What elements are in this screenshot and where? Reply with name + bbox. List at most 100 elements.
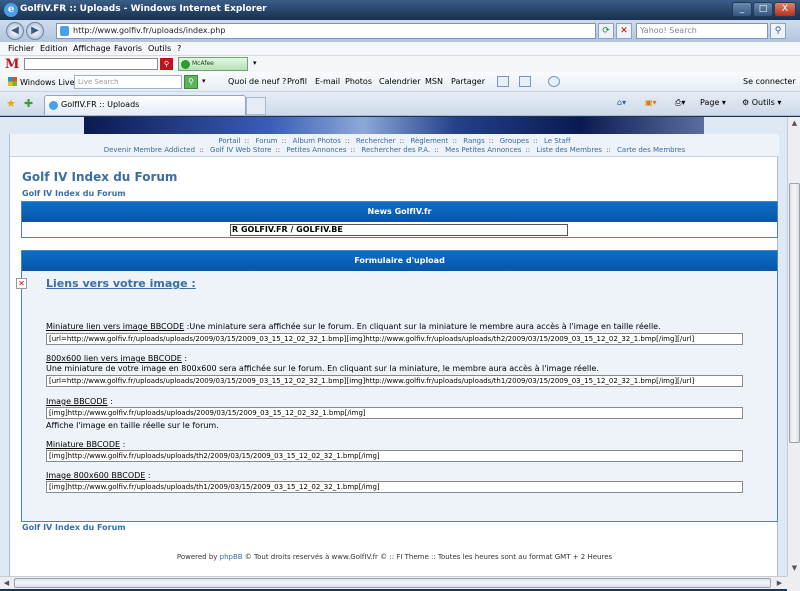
live-link-partager[interactable]: Partager <box>451 77 485 86</box>
back-button[interactable]: ◀ <box>6 22 24 40</box>
window-title: GolfIV.FR :: Uploads - Windows Internet … <box>20 4 267 14</box>
siteadvisor-dropdown-icon[interactable]: ▾ <box>253 59 257 67</box>
live-link-calendrier[interactable]: Calendrier <box>379 77 421 86</box>
links-title: Liens vers votre image : <box>46 277 196 290</box>
field-label-800x600-title: Image 800x600 BBCODE <box>46 471 146 480</box>
site-banner <box>84 117 704 134</box>
bbcode-800x600-link-field[interactable]: [url=http://www.golfiv.fr/uploads/upload… <box>46 375 743 387</box>
forum-title[interactable]: Golf IV Index du Forum <box>22 170 177 184</box>
tools-menu-button[interactable]: ⚙ Outils ▾ <box>742 98 781 107</box>
print-icon[interactable]: ⎙▾ <box>675 98 685 108</box>
menu-item-favoris[interactable]: Favoris <box>114 44 142 53</box>
nav-link-web-store[interactable]: Golf IV Web Store <box>210 146 271 154</box>
blog-icon[interactable] <box>497 76 509 87</box>
live-link-profil[interactable]: Profil <box>287 77 307 86</box>
siteadvisor-button[interactable]: McAfee SiteAdvisor <box>178 57 248 79</box>
live-link-quoi-de-neuf[interactable]: Quoi de neuf ? <box>228 77 286 86</box>
stop-icon[interactable]: ✕ <box>616 23 632 39</box>
feeds-icon[interactable]: ▣▾ <box>645 98 657 107</box>
nav-link-rangs[interactable]: Rangs <box>463 137 485 145</box>
favorites-star-icon[interactable]: ★ <box>6 97 16 110</box>
mcafee-search-icon[interactable]: ⚲ <box>160 58 173 70</box>
nav-link-album-photos[interactable]: Album Photos <box>293 137 341 145</box>
tab-golfiv-uploads[interactable]: GolfIV.FR :: Uploads <box>44 95 246 115</box>
nav-link-liste-membres[interactable]: Liste des Membres <box>536 146 602 154</box>
phpbb-link[interactable]: phpBB <box>220 553 243 561</box>
menu-item-fichier[interactable]: Fichier <box>8 44 34 53</box>
search-input[interactable]: Yahoo! Search <box>636 23 768 39</box>
field-label-800x600: Image 800x600 BBCODE : <box>46 471 151 480</box>
menu-item-outils[interactable]: Outils <box>148 44 171 53</box>
menu-item-edition[interactable]: Edition <box>40 44 68 53</box>
bbcode-image-field[interactable]: [img]http://www.golfiv.fr/uploads/upload… <box>46 407 743 419</box>
live-link-photos[interactable]: Photos <box>345 77 372 86</box>
field-label-800x600-link-title: 800x600 lien vers image BBCODE <box>46 354 182 363</box>
nav-link-forum[interactable]: Forum <box>255 137 277 145</box>
live-search-icon[interactable]: ⚲ <box>184 75 198 89</box>
field-desc-800x600-link: Une miniature de votre image en 800x600 … <box>46 364 599 373</box>
sign-in-link[interactable]: Se connecter <box>743 77 796 86</box>
bbcode-miniature-link-field[interactable]: [url=http://www.golfiv.fr/uploads/upload… <box>46 333 743 345</box>
scroll-down-icon[interactable]: ▼ <box>789 563 800 574</box>
page-menu-button[interactable]: Page ▾ <box>700 98 726 107</box>
horizontal-scrollbar[interactable]: ◀ ▶ <box>0 576 787 589</box>
nav-row-1: Portail:: Forum:: Album Photos:: Recherc… <box>218 137 571 145</box>
ie-logo-icon: e <box>4 3 18 17</box>
field-label-800x600-link: 800x600 lien vers image BBCODE : <box>46 354 188 363</box>
add-favorites-icon[interactable]: ✚ <box>24 97 33 110</box>
nav-link-rechercher-pa[interactable]: Rechercher des P.A. <box>361 146 430 154</box>
home-icon[interactable]: ⌂▾ <box>617 98 626 107</box>
news-ticker: R GOLFIV.FR / GOLFIV.BE <box>230 224 568 236</box>
live-search-input[interactable]: Live Search <box>74 75 182 89</box>
menu-item-help[interactable]: ? <box>177 44 181 53</box>
new-tab-button[interactable] <box>246 97 266 115</box>
footer-forum-link[interactable]: Golf IV Index du Forum <box>22 523 126 532</box>
mcafee-toolbar: M ⚲ McAfee SiteAdvisor ▾ <box>0 56 800 79</box>
page-icon <box>60 26 69 36</box>
nav-link-portail[interactable]: Portail <box>218 137 240 145</box>
horizontal-scroll-thumb[interactable] <box>14 578 771 588</box>
messenger-icon[interactable] <box>548 76 560 87</box>
close-button[interactable]: X <box>774 2 796 17</box>
scroll-up-icon[interactable]: ▲ <box>789 118 800 129</box>
upload-form-box: Formulaire d'upload Liens vers votre ima… <box>21 250 778 522</box>
live-link-msn[interactable]: MSN <box>425 77 443 86</box>
menu-item-affichage[interactable]: Affichage <box>73 44 111 53</box>
field-label-miniature: Miniature BBCODE : <box>46 440 126 449</box>
bbcode-800x600-field[interactable]: [img]http://www.golfiv.fr/uploads/upload… <box>46 481 743 493</box>
forum-breadcrumb[interactable]: Golf IV Index du Forum <box>22 189 126 198</box>
scroll-left-icon[interactable]: ◀ <box>1 578 12 589</box>
live-search-dropdown-icon[interactable]: ▾ <box>202 77 206 85</box>
live-link-email[interactable]: E-mail <box>315 77 340 86</box>
mcafee-logo-icon: M <box>5 57 20 72</box>
forward-button[interactable]: ▶ <box>26 22 44 40</box>
vertical-scrollbar[interactable]: ▲ ▼ <box>787 117 800 576</box>
nav-link-rechercher[interactable]: Rechercher <box>356 137 396 145</box>
vertical-scroll-thumb[interactable] <box>789 183 800 443</box>
scrollbar-corner <box>787 576 800 591</box>
search-icon[interactable]: ⚲ <box>770 23 786 39</box>
forum-nav-links: Portail:: Forum:: Album Photos:: Recherc… <box>10 137 779 155</box>
nav-link-reglement[interactable]: Règlement <box>410 137 448 145</box>
nav-link-groupes[interactable]: Groupes <box>500 137 529 145</box>
minimize-button[interactable]: _ <box>732 2 752 17</box>
copyright-rest: © Tout droits reservés à www.GolfIV.fr ©… <box>242 553 613 561</box>
field-label-image-title: Image BBCODE <box>46 397 108 406</box>
tab-label: GolfIV.FR :: Uploads <box>61 100 140 109</box>
refresh-icon[interactable]: ⟳ <box>598 23 614 39</box>
maximize-button[interactable]: □ <box>753 2 773 17</box>
field-label-miniature-link-title: Miniature lien vers image BBCODE <box>46 322 185 331</box>
mail-icon[interactable] <box>519 76 531 87</box>
nav-link-devenir-membre[interactable]: Devenir Membre Addicted <box>104 146 195 154</box>
siteadvisor-status-icon <box>181 60 190 69</box>
mcafee-search-input[interactable] <box>24 58 158 70</box>
news-heading: News GolfIV.fr <box>22 202 777 222</box>
nav-link-le-staff[interactable]: Le Staff <box>544 137 571 145</box>
address-bar[interactable]: http://www.golfiv.fr/uploads/index.php <box>56 23 596 39</box>
nav-link-petites-annonces[interactable]: Petites Annonces <box>286 146 346 154</box>
bbcode-miniature-field[interactable]: [img]http://www.golfiv.fr/uploads/upload… <box>46 450 743 462</box>
windows-live-logo[interactable]: Windows Live <box>8 77 75 87</box>
nav-link-mes-petites-annonces[interactable]: Mes Petites Annonces <box>445 146 521 154</box>
nav-link-carte-membres[interactable]: Carte des Membres <box>617 146 685 154</box>
scroll-right-icon[interactable]: ▶ <box>774 578 785 589</box>
